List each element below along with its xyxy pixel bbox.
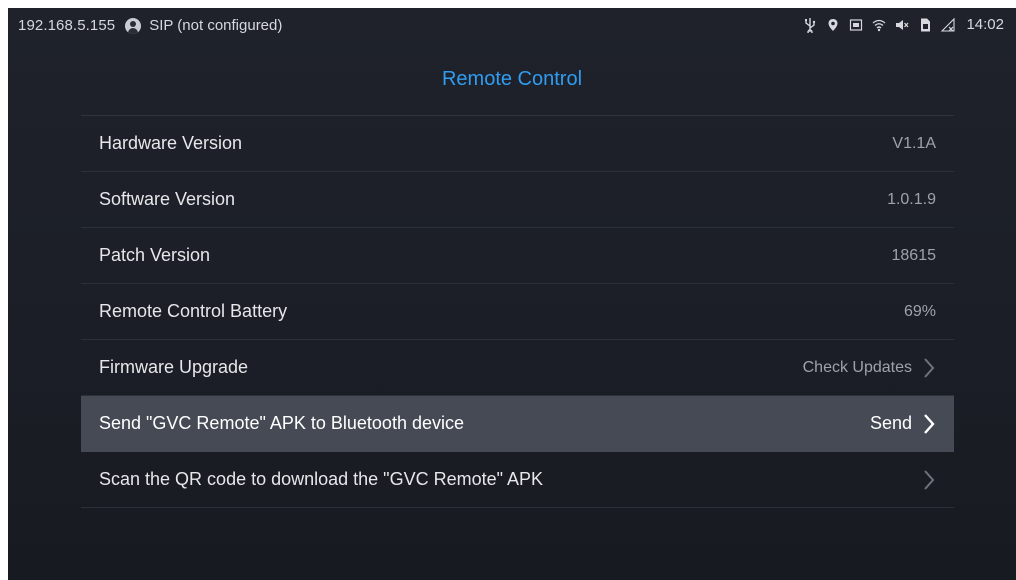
item-value: 18615 [891,246,937,264]
list-item-firmware-upgrade[interactable]: Firmware Upgrade Check Updates [81,340,954,396]
mute-icon [895,17,909,33]
screen: 192.168.5.155 SIP (not configured) 14:02… [8,8,1016,580]
item-label: Hardware Version [99,133,243,153]
check-updates-label: Check Updates [802,358,912,376]
sip-account-status: SIP (not configured) [149,17,283,34]
no-signal-icon [941,17,956,33]
list-item-software-version[interactable]: Software Version 1.0.1.9 [81,172,954,228]
location-icon [826,17,840,33]
ip-address: 192.168.5.155 [18,17,116,34]
page-title: Remote Control [441,68,583,90]
chevron-right-icon [922,413,936,435]
list-item-hardware-version[interactable]: Hardware Version V1.1A [81,116,954,172]
item-label: Software Version [99,189,236,209]
item-action: Send [870,413,936,435]
wifi-icon [872,17,886,33]
item-label: Remote Control Battery [99,301,288,321]
item-action: Check Updates [803,357,936,379]
item-value: 69% [903,302,936,320]
list-item-remote-battery[interactable]: Remote Control Battery 69% [81,284,954,340]
send-label: Send [869,413,912,433]
list-item-scan-qr[interactable]: Scan the QR code to download the "GVC Re… [81,452,954,508]
status-bar-right: 14:02 [803,16,1004,33]
list-item-send-apk[interactable]: Send "GVC Remote" APK to Bluetooth devic… [81,396,954,452]
item-label: Send "GVC Remote" APK to Bluetooth devic… [99,413,464,433]
chevron-right-icon [922,469,936,491]
item-label: Firmware Upgrade [99,357,249,377]
settings-list: Hardware Version V1.1A Software Version … [81,116,954,508]
item-value: 1.0.1.9 [887,190,936,208]
usb-icon [803,17,817,33]
account-icon [125,17,142,34]
screen-icon [849,17,863,33]
chevron-right-icon [922,357,936,379]
status-bar: 192.168.5.155 SIP (not configured) 14:02 [8,8,1016,44]
item-value: V1.1A [892,134,936,152]
sim-icon [918,17,932,33]
item-label: Patch Version [99,245,211,265]
item-action [912,469,936,491]
status-bar-left: 192.168.5.155 SIP (not configured) [18,17,282,34]
clock: 14:02 [966,16,1004,33]
item-label: Scan the QR code to download the "GVC Re… [99,469,544,489]
list-item-patch-version[interactable]: Patch Version 18615 [81,228,954,284]
